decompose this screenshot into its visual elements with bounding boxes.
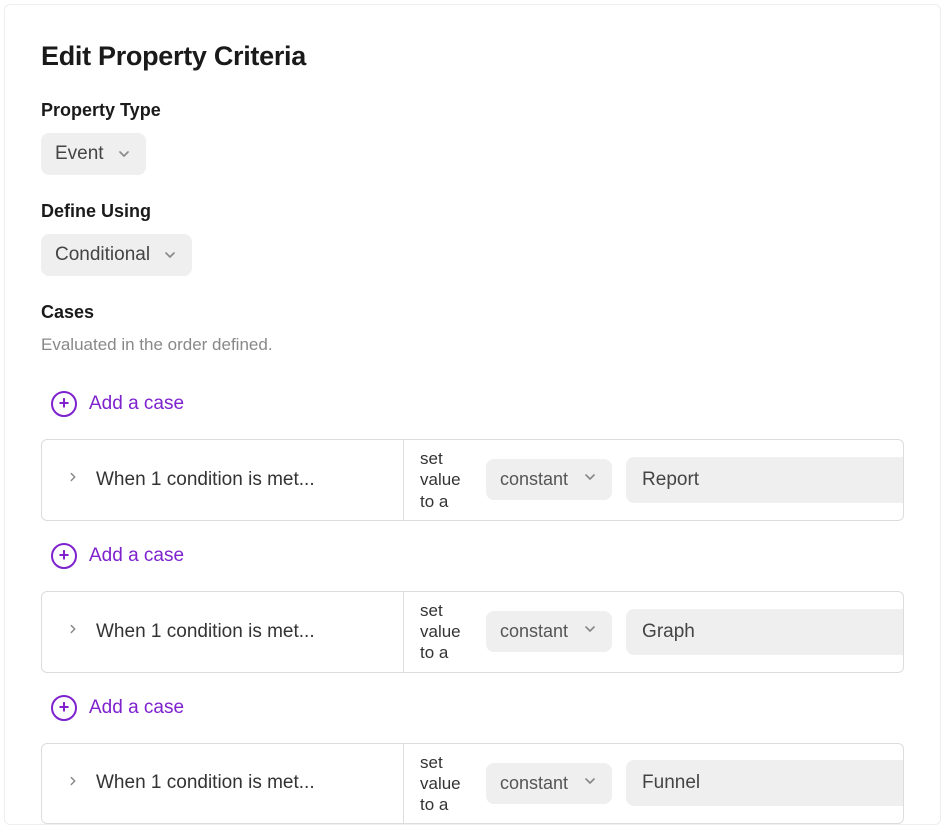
set-value-label: set value to a xyxy=(420,752,472,816)
case-condition[interactable]: When 1 condition is met... xyxy=(42,744,404,824)
cases-section: Cases Evaluated in the order defined. + A… xyxy=(41,302,904,824)
add-case-label: Add a case xyxy=(89,697,184,719)
plus-circle-icon: + xyxy=(51,695,77,721)
case-condition[interactable]: When 1 condition is met... xyxy=(42,440,404,520)
add-case-button[interactable]: + Add a case xyxy=(41,687,194,729)
set-value-label: set value to a xyxy=(420,600,472,664)
case-value-area: set value to a constant xyxy=(404,592,904,672)
chevron-down-icon xyxy=(116,146,132,162)
plus-circle-icon: + xyxy=(51,391,77,417)
chevron-down-icon xyxy=(582,773,598,794)
case-row: When 1 condition is met... set value to a… xyxy=(41,743,904,825)
property-type-label: Property Type xyxy=(41,100,904,121)
case-value-input[interactable] xyxy=(626,609,903,655)
chevron-right-icon xyxy=(66,622,80,641)
case-row: When 1 condition is met... set value to a… xyxy=(41,591,904,673)
define-using-select[interactable]: Conditional xyxy=(41,234,192,276)
value-type-select[interactable]: constant xyxy=(486,459,612,500)
chevron-down-icon xyxy=(162,247,178,263)
chevron-right-icon xyxy=(66,774,80,793)
value-type-label: constant xyxy=(500,469,568,490)
value-type-select[interactable]: constant xyxy=(486,611,612,652)
case-condition-text: When 1 condition is met... xyxy=(96,772,315,794)
add-case-label: Add a case xyxy=(89,545,184,567)
value-type-label: constant xyxy=(500,621,568,642)
cases-label: Cases xyxy=(41,302,904,323)
chevron-down-icon xyxy=(582,469,598,490)
define-using-group: Define Using Conditional xyxy=(41,201,904,276)
case-value-area: set value to a constant xyxy=(404,744,904,824)
page-title: Edit Property Criteria xyxy=(41,41,904,72)
add-case-label: Add a case xyxy=(89,393,184,415)
value-type-select[interactable]: constant xyxy=(486,763,612,804)
property-type-select[interactable]: Event xyxy=(41,133,146,175)
plus-circle-icon: + xyxy=(51,543,77,569)
case-row: When 1 condition is met... set value to a… xyxy=(41,439,904,521)
case-condition-text: When 1 condition is met... xyxy=(96,469,315,491)
value-type-label: constant xyxy=(500,773,568,794)
define-using-label: Define Using xyxy=(41,201,904,222)
chevron-down-icon xyxy=(582,621,598,642)
case-value-input[interactable] xyxy=(626,457,903,503)
add-case-button[interactable]: + Add a case xyxy=(41,535,194,577)
chevron-right-icon xyxy=(66,470,80,489)
property-type-value: Event xyxy=(55,143,104,165)
case-condition-text: When 1 condition is met... xyxy=(96,621,315,643)
add-case-button[interactable]: + Add a case xyxy=(41,383,194,425)
case-value-input[interactable] xyxy=(626,760,903,806)
cases-subtext: Evaluated in the order defined. xyxy=(41,335,904,355)
edit-property-criteria-panel: Edit Property Criteria Property Type Eve… xyxy=(4,4,941,825)
property-type-group: Property Type Event xyxy=(41,100,904,175)
define-using-value: Conditional xyxy=(55,244,150,266)
case-condition[interactable]: When 1 condition is met... xyxy=(42,592,404,672)
case-value-area: set value to a constant xyxy=(404,440,904,520)
set-value-label: set value to a xyxy=(420,448,472,512)
